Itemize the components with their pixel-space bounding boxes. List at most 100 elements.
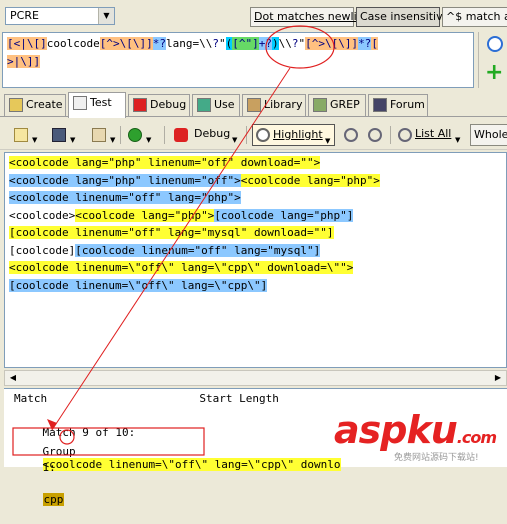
chevron-down-icon[interactable]: ▼ xyxy=(70,130,75,150)
highlight-button[interactable]: Highlight ▼ xyxy=(252,124,335,146)
subject-line: <coolcode><coolcode lang="php">[coolcode… xyxy=(9,208,354,224)
match-value: <coolcode linenum=\"off\" lang=\"cpp\" d… xyxy=(42,458,341,471)
tab-label: GREP xyxy=(330,98,360,111)
chevron-down-icon[interactable]: ▼ xyxy=(98,8,114,24)
add-icon[interactable]: + xyxy=(485,62,503,84)
list-all-label: List All xyxy=(415,127,452,140)
toolbar-separator xyxy=(164,126,165,144)
tab-label: Library xyxy=(264,98,303,111)
tab-label: Test xyxy=(90,96,112,109)
match-highlight: <coolcode lang="php"> xyxy=(75,208,215,222)
caret-dollar-match-toggle[interactable]: ^$ match at xyxy=(442,7,507,27)
subject-text: [coolcode] xyxy=(9,243,76,257)
subject-line: <coolcode linenum="off" lang="php"> xyxy=(9,190,241,206)
site-watermark: aspku.com 免费网站源码下载站! xyxy=(334,408,506,466)
regex-token: ) xyxy=(271,37,279,50)
test-icon xyxy=(73,96,87,110)
tab-grep[interactable]: GREP xyxy=(308,94,366,116)
debug-label: Debug xyxy=(194,127,231,140)
regex-token: " xyxy=(218,37,226,50)
dot-matches-newline-toggle[interactable]: Dot matches newline xyxy=(250,7,370,27)
debug-icon xyxy=(174,128,188,142)
list-all-button[interactable]: List All ▼ xyxy=(396,124,464,146)
regex-token: \\ xyxy=(278,37,292,50)
create-icon xyxy=(9,98,23,112)
subject-line: [coolcode linenum=\"off\" lang=\"cpp\"] xyxy=(9,278,268,294)
regex-token: ? xyxy=(212,37,219,50)
magnifier-icon xyxy=(368,128,382,142)
chevron-down-icon[interactable]: ▼ xyxy=(146,130,151,150)
tab-forum[interactable]: Forum xyxy=(368,94,428,116)
subject-text: <coolcode> xyxy=(9,208,76,222)
subject-line: <coolcode lang="php" linenum="off"><cool… xyxy=(9,173,380,189)
regex-editor[interactable]: [<|\[]coolcode[^>\[\]]*?lang=\\?"([^"]+?… xyxy=(2,32,474,88)
debug-icon xyxy=(133,98,147,112)
refresh-icon xyxy=(128,128,142,142)
subject-line: <coolcode lang="php" linenum="off" downl… xyxy=(9,155,321,171)
subject-line: [coolcode linenum="off" lang="mysql" dow… xyxy=(9,225,334,241)
new-file-icon xyxy=(14,128,28,142)
forum-icon xyxy=(373,98,387,112)
options-bar: PCRE ▼ Dot matches newline Case insensit… xyxy=(0,0,507,30)
case-insensitive-toggle[interactable]: Case insensitive xyxy=(356,7,449,27)
grep-icon xyxy=(313,98,327,112)
regex-flavor-select[interactable]: PCRE ▼ xyxy=(5,7,115,25)
regex-token: lang=\\ xyxy=(165,37,213,50)
match-row[interactable]: Match 9 of 10: <coolcode linenum=\"off\"… xyxy=(16,409,341,471)
toolbar-separator xyxy=(246,126,247,144)
chevron-down-icon[interactable]: ▼ xyxy=(325,131,330,151)
highlight-label: Highlight xyxy=(273,128,323,141)
subject-text-area[interactable]: <coolcode lang="php" linenum="off" downl… xyxy=(4,152,507,368)
tab-label: Debug xyxy=(150,98,187,111)
toolbar-separator xyxy=(120,126,121,144)
debug-button[interactable]: Debug ▼ xyxy=(172,124,237,146)
tab-test[interactable]: Test xyxy=(68,92,126,118)
regex-token: [^"] xyxy=(232,37,259,50)
chevron-down-icon[interactable]: ▼ xyxy=(32,130,37,150)
toolbar-separator xyxy=(390,126,391,144)
regex-token: *? xyxy=(152,37,166,50)
group-label: Group xyxy=(42,445,76,458)
watermark-subtitle: 免费网站源码下载站! xyxy=(394,453,479,463)
test-toolbar: ▼ ▼ ▼ ▼ Debug ▼ Highlight ▼ List All ▼ W… xyxy=(0,120,507,150)
match-highlight: <coolcode lang="php" linenum="off"> xyxy=(9,173,241,187)
clipboard-icon xyxy=(92,128,106,142)
regex-side-tools: + xyxy=(478,32,507,88)
tab-create[interactable]: Create xyxy=(4,94,66,116)
tab-debug[interactable]: Debug xyxy=(128,94,190,116)
regex-token: +? xyxy=(258,37,272,50)
match-highlight: <coolcode linenum=\"off\" lang=\"cpp\" d… xyxy=(9,261,354,274)
tab-library[interactable]: Library xyxy=(242,94,306,116)
regex-token: [ xyxy=(371,37,378,50)
regex-token: [<|\[] xyxy=(7,37,47,50)
chevron-down-icon[interactable]: ▼ xyxy=(232,130,237,150)
match-highlight: [coolcode lang="php"] xyxy=(214,208,354,222)
subject-line: <coolcode linenum=\"off\" lang=\"cpp\" d… xyxy=(9,260,354,276)
tab-label: Use xyxy=(214,98,235,111)
horizontal-scrollbar[interactable]: ◀ ▶ xyxy=(4,370,507,386)
regex-token: *? xyxy=(358,37,372,50)
match-highlight: <coolcode lang="php" linenum="off" downl… xyxy=(9,156,321,169)
scroll-right-icon[interactable]: ▶ xyxy=(492,372,504,384)
regex-token: coolcode xyxy=(46,37,100,50)
tab-use[interactable]: Use xyxy=(192,94,240,116)
chevron-down-icon[interactable]: ▼ xyxy=(455,130,460,150)
match-highlight: [coolcode linenum="off" lang="mysql" dow… xyxy=(9,226,334,239)
group-value: cpp xyxy=(42,493,65,506)
library-icon xyxy=(247,98,261,112)
help-icon[interactable] xyxy=(487,36,503,52)
watermark-brand: aspku.com xyxy=(334,408,497,452)
magnifier-icon xyxy=(344,128,358,142)
save-icon xyxy=(52,128,66,142)
subject-line: [coolcode][coolcode linenum="off" lang="… xyxy=(9,243,321,259)
group-row[interactable]: Group 1: cpp xyxy=(16,428,125,506)
results-header: Match Start Length xyxy=(14,392,279,405)
match-highlight: <coolcode lang="php"> xyxy=(240,173,380,187)
regex-token: [^>\[\]] xyxy=(99,37,153,50)
scroll-left-icon[interactable]: ◀ xyxy=(7,372,19,384)
match-highlight: <coolcode linenum="off" lang="php"> xyxy=(9,191,241,204)
chevron-down-icon[interactable]: ▼ xyxy=(110,130,115,150)
whole-line-button[interactable]: Whole l xyxy=(470,124,507,146)
regex-token: [^>\[\]] xyxy=(305,37,359,50)
regex-flavor-value: PCRE xyxy=(10,9,39,22)
